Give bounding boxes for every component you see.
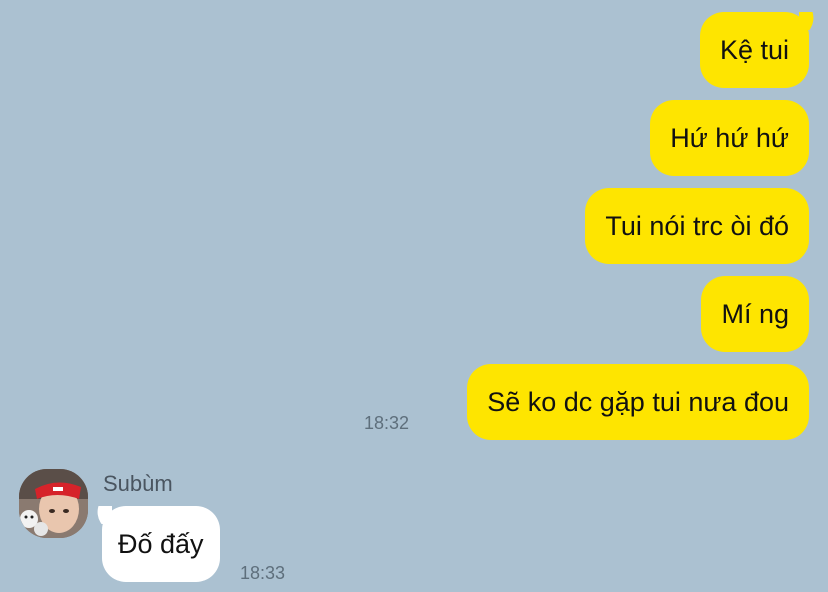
sent-message[interactable]: Tui nói trc òi đó: [585, 188, 809, 264]
message-text: Tui nói trc òi đó: [605, 211, 789, 241]
avatar[interactable]: [19, 469, 88, 538]
message-text: Sẽ ko dc gặp tui nưa đou: [487, 387, 789, 417]
message-timestamp: 18:32: [364, 413, 410, 433]
sent-message[interactable]: Kệ tui: [699, 12, 809, 88]
message-text: Mí ng: [721, 299, 789, 329]
bubble-tail: [94, 506, 112, 524]
sent-message[interactable]: Sẽ ko dc gặp tui nưa đou: [467, 364, 809, 440]
received-message[interactable]: Đố đấy: [102, 506, 220, 582]
bubble-tail: [799, 12, 817, 30]
message-text: Kệ tui: [719, 35, 789, 65]
message-text: Hứ hứ hứ: [670, 123, 789, 153]
sender-name: Subùm: [103, 471, 173, 496]
sent-message[interactable]: Mí ng: [701, 276, 809, 352]
message-text: Đố đấy: [118, 529, 204, 559]
chat-thread: Kệ tui Hứ hứ hứ Tui nói trc òi đó Mí ng …: [0, 0, 828, 592]
message-timestamp: 18:33: [240, 563, 286, 583]
avatar-image: [19, 469, 88, 538]
sent-message[interactable]: Hứ hứ hứ: [650, 100, 809, 176]
